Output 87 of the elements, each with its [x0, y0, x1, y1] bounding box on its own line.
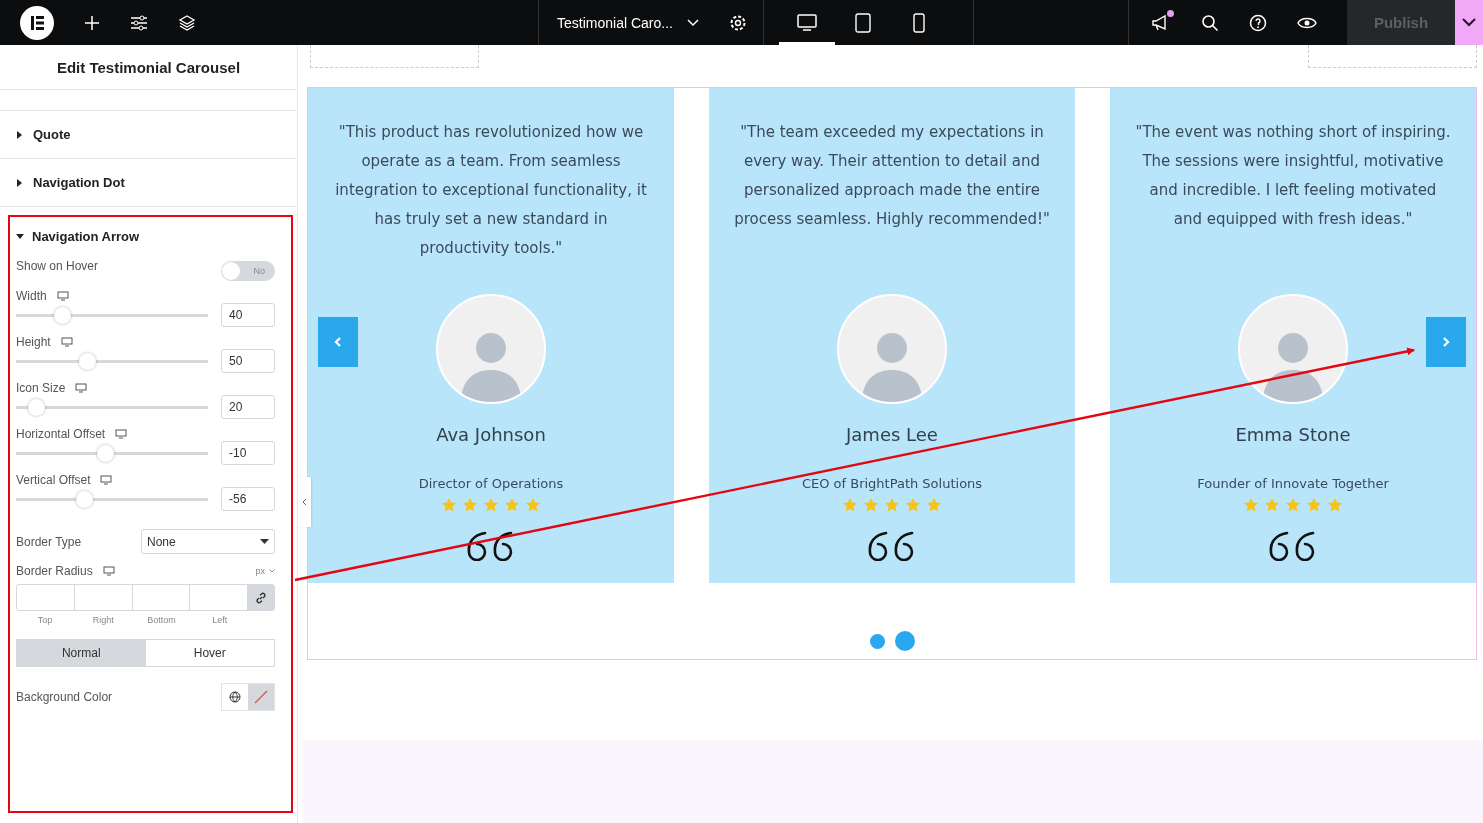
mobile-icon [913, 12, 925, 33]
tablet-icon [855, 12, 871, 33]
section-header[interactable]: Navigation Dot [0, 159, 297, 207]
field-label: Vertical Offset [16, 473, 91, 487]
testimonial-quote: "The team exceeded my expectations in every way. Their attention to detail and personalized approach made the entire process seamless. Highly recommended!" [733, 122, 1051, 230]
side-label: Left [211, 615, 229, 625]
star-icon [483, 497, 499, 513]
side-label: Top [36, 615, 54, 625]
unit-selector[interactable]: px [255, 566, 275, 576]
triangle-icon [15, 130, 23, 139]
star-icon [1327, 497, 1343, 513]
settings-icon[interactable] [728, 13, 747, 32]
collapse-panel-handle[interactable] [298, 477, 311, 527]
field-label: Horizontal Offset [16, 427, 106, 441]
star-icon [1306, 497, 1322, 513]
pagination-dot[interactable] [894, 631, 915, 651]
field-label: Border Type [16, 534, 82, 549]
search-icon[interactable] [1201, 13, 1219, 32]
state-tab[interactable]: Normal [17, 640, 146, 666]
field-label: Show on Hover [16, 259, 99, 273]
slider-thumb[interactable] [76, 490, 94, 508]
number-field[interactable]: 20 [221, 395, 275, 419]
star-icon [1264, 497, 1280, 513]
star-icon [1243, 497, 1259, 513]
triangle-icon [16, 232, 24, 240]
layers-icon[interactable] [178, 13, 196, 32]
chevron-left-icon [334, 336, 342, 348]
star-icon [441, 497, 457, 513]
pagination-dot[interactable] [869, 633, 885, 649]
star-icon [926, 497, 942, 513]
slider-thumb[interactable] [97, 444, 115, 462]
star-icon [842, 497, 858, 513]
color-swatch[interactable] [248, 684, 274, 710]
field-label: Border Radius [16, 564, 93, 578]
number-field[interactable]: -10 [221, 441, 275, 465]
caret-icon [269, 569, 275, 573]
panel-title: Edit Testimonial Carousel [55, 57, 242, 78]
star-icon [1285, 497, 1301, 513]
caret-icon [260, 539, 269, 544]
star-icon [525, 497, 541, 513]
border-type-dropdown[interactable]: None [141, 529, 275, 554]
testimonial-quote: "The event was nothing short of inspiring. The sessions were insightful, motivative and incredible. I left feeling motivated and equipped with fresh ideas." [1134, 122, 1452, 230]
desktop-icon[interactable] [75, 383, 88, 393]
desktop-icon [797, 13, 817, 32]
field-label: Icon Size [16, 381, 66, 395]
desktop-icon[interactable] [115, 429, 128, 439]
side-label: Right [91, 615, 115, 625]
desktop-icon[interactable] [56, 291, 69, 301]
document-title[interactable]: Testimonial Caro... [557, 14, 673, 31]
person-name: James Lee [846, 424, 938, 445]
publish-options-button[interactable] [1455, 0, 1483, 45]
star-icon [905, 497, 921, 513]
desktop-icon[interactable] [102, 566, 115, 576]
link-icon[interactable] [248, 585, 274, 610]
logo-icon[interactable] [20, 5, 54, 40]
person-name: Ava Johnson [436, 424, 546, 445]
chevron-down-icon [1462, 18, 1476, 27]
person-name: Emma Stone [1235, 424, 1351, 445]
field-label: Background Color [16, 690, 113, 704]
plus-icon[interactable] [84, 14, 100, 31]
number-field[interactable]: 40 [221, 303, 275, 327]
desktop-icon[interactable] [100, 475, 113, 485]
eye-icon[interactable] [1297, 15, 1317, 30]
section-header[interactable]: Quote [0, 111, 297, 159]
section-header[interactable]: Navigation Arrow [16, 221, 275, 251]
desktop-icon[interactable] [60, 337, 73, 347]
star-icon [504, 497, 520, 513]
triangle-icon [15, 178, 23, 187]
star-icon [863, 497, 879, 513]
person-role: Founder of Innovate Together [1197, 476, 1389, 491]
person-role: Director of Operations [418, 476, 564, 491]
side-label: Bottom [146, 615, 177, 625]
star-icon [884, 497, 900, 513]
person-role: CEO of BrightPath Solutions [801, 476, 983, 491]
testimonial-quote: "This product has revolutionized how we operate as a team. From seamless integration to exceptional functionality, it has truly set a new standard in productivity tools." [334, 122, 648, 259]
help-icon[interactable] [1249, 13, 1267, 32]
chevron-down-icon[interactable] [686, 18, 699, 27]
settings-sliders-icon[interactable] [130, 14, 148, 31]
slider-thumb[interactable] [79, 352, 96, 370]
chevron-right-icon [1442, 336, 1450, 348]
field-label: Height [16, 335, 51, 349]
slider-thumb[interactable] [54, 306, 72, 324]
star-icon [462, 497, 478, 513]
number-field[interactable]: -56 [221, 487, 275, 511]
field-label: Width [16, 289, 47, 303]
slider-thumb[interactable] [28, 398, 46, 416]
number-field[interactable]: 50 [221, 349, 275, 373]
